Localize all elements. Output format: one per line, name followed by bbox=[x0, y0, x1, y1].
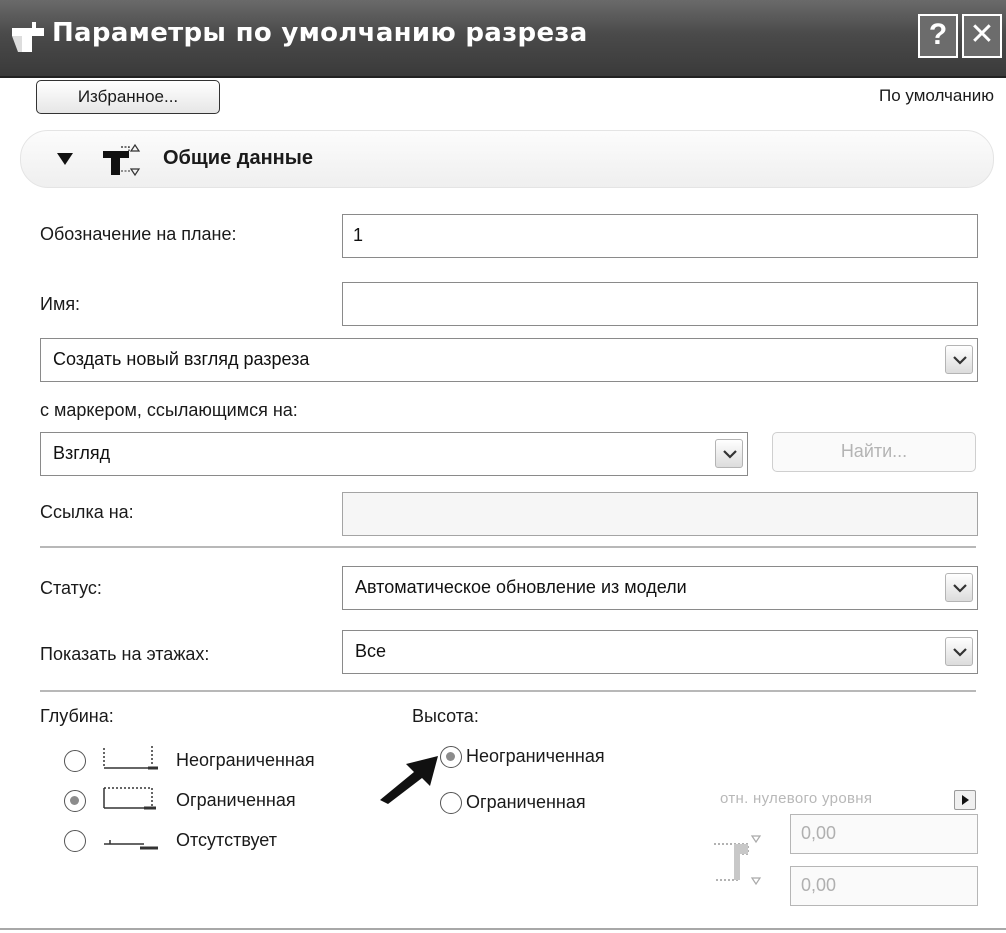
marker-ref-select[interactable]: Взгляд bbox=[40, 432, 748, 476]
height-unlimited-radio[interactable] bbox=[440, 746, 462, 768]
separator bbox=[40, 546, 976, 548]
separator bbox=[40, 690, 976, 692]
status-select[interactable]: Автоматическое обновление из модели bbox=[342, 566, 978, 610]
stories-value: Все bbox=[355, 641, 387, 661]
depth-label: Глубина: bbox=[40, 706, 114, 726]
collapse-triangle-icon[interactable] bbox=[57, 153, 73, 165]
close-button[interactable]: ✕ bbox=[962, 14, 1002, 58]
depth-unlimited-icon bbox=[103, 746, 158, 770]
marker-ref-label: с маркером, ссылающимся на: bbox=[40, 400, 298, 420]
link-label: Ссылка на: bbox=[40, 502, 134, 522]
dropdown-arrow-icon[interactable] bbox=[945, 345, 973, 374]
height-unlimited-label: Неограниченная bbox=[466, 746, 605, 766]
section-tool-icon bbox=[12, 22, 44, 52]
depth-limited-label: Ограниченная bbox=[176, 790, 296, 810]
find-button[interactable]: Найти... bbox=[772, 432, 976, 472]
link-input[interactable] bbox=[342, 492, 978, 536]
dropdown-arrow-icon[interactable] bbox=[945, 637, 973, 666]
default-label: По умолчанию bbox=[879, 86, 994, 105]
plan-id-input[interactable]: 1 bbox=[342, 214, 978, 258]
depth-limited-icon bbox=[103, 787, 156, 810]
dropdown-arrow-icon[interactable] bbox=[715, 439, 743, 468]
dropdown-arrow-icon[interactable] bbox=[945, 573, 973, 602]
depth-none-radio[interactable] bbox=[64, 830, 86, 852]
help-button[interactable]: ? bbox=[918, 14, 958, 58]
depth-limited-radio[interactable] bbox=[64, 790, 86, 812]
relative-level-label: отн. нулевого уровня bbox=[720, 790, 873, 807]
section-header-general[interactable]: Общие данные bbox=[20, 130, 994, 188]
status-value: Автоматическое обновление из модели bbox=[355, 577, 687, 597]
favorites-button[interactable]: Избранное... bbox=[36, 80, 220, 114]
section-marker-icon bbox=[103, 143, 141, 177]
height-bottom-input[interactable]: 0,00 bbox=[790, 866, 978, 906]
status-label: Статус: bbox=[40, 578, 102, 598]
depth-none-icon bbox=[104, 840, 158, 850]
view-mode-select[interactable]: Создать новый взгляд разреза bbox=[40, 338, 978, 382]
height-top-input[interactable]: 0,00 bbox=[790, 814, 978, 854]
marker-ref-value: Взгляд bbox=[53, 443, 111, 463]
depth-none-label: Отсутствует bbox=[176, 830, 277, 850]
play-triangle-icon[interactable] bbox=[954, 790, 976, 810]
title-bar: Параметры по умолчанию разреза ? ✕ bbox=[0, 0, 1006, 78]
height-limited-radio[interactable] bbox=[440, 792, 462, 814]
section-title: Общие данные bbox=[163, 147, 313, 169]
height-limited-label: Ограниченная bbox=[466, 792, 586, 812]
depth-unlimited-radio[interactable] bbox=[64, 750, 86, 772]
view-mode-value: Создать новый взгляд разреза bbox=[53, 349, 310, 369]
height-offset-icon bbox=[714, 835, 762, 886]
height-label: Высота: bbox=[412, 706, 479, 726]
stories-label: Показать на этажах: bbox=[40, 644, 210, 664]
bottom-border bbox=[0, 928, 1006, 930]
name-input[interactable] bbox=[342, 282, 978, 326]
plan-id-label: Обозначение на плане: bbox=[40, 224, 237, 244]
pointer-arrow-icon bbox=[380, 756, 438, 804]
window-title: Параметры по умолчанию разреза bbox=[52, 18, 588, 48]
name-label: Имя: bbox=[40, 294, 81, 314]
stories-select[interactable]: Все bbox=[342, 630, 978, 674]
depth-unlimited-label: Неограниченная bbox=[176, 750, 315, 770]
